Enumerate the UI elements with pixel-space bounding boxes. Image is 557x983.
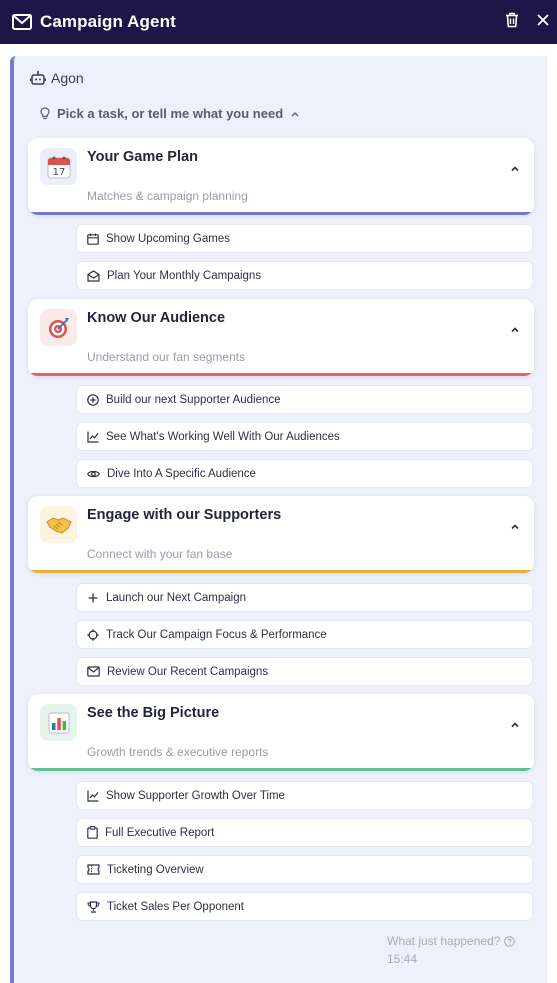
app-title: Campaign Agent bbox=[40, 12, 176, 31]
svg-text:17: 17 bbox=[52, 167, 65, 178]
plus-icon bbox=[88, 593, 98, 602]
section-card-big-picture[interactable]: See the Big Picture Growth trends & exec… bbox=[28, 694, 534, 771]
app-header: Campaign Agent bbox=[0, 0, 557, 44]
section-subtitle: Connect with your fan base bbox=[87, 547, 233, 561]
plus-circle-icon bbox=[87, 393, 99, 406]
mail-open-icon bbox=[87, 269, 100, 282]
section-accent-bar bbox=[28, 373, 534, 376]
task-picker-label: Pick a task, or tell me what you need bbox=[57, 106, 284, 121]
section-card-game-plan[interactable]: 17 Your Game Plan Matches & campaign pla… bbox=[28, 138, 534, 215]
task-label: Review Our Recent Campaigns bbox=[107, 665, 269, 678]
chevron-up-icon bbox=[511, 524, 519, 530]
task-label: Plan Your Monthly Campaigns bbox=[107, 269, 262, 282]
section-accent-bar bbox=[28, 768, 534, 771]
help-circle-icon bbox=[504, 935, 516, 947]
chevron-up-icon bbox=[511, 722, 519, 728]
task-picker-toggle[interactable]: Pick a task, or tell me what you need bbox=[40, 106, 299, 121]
task-track-campaign-focus[interactable]: Track Our Campaign Focus & Performance bbox=[76, 620, 533, 649]
handshake-icon bbox=[45, 516, 72, 534]
task-label: Launch our Next Campaign bbox=[106, 591, 246, 604]
bar-chart-emoji-icon bbox=[40, 704, 77, 741]
task-show-upcoming-games[interactable]: Show Upcoming Games bbox=[76, 224, 533, 253]
section-card-know-audience[interactable]: Know Our Audience Understand our fan seg… bbox=[28, 299, 534, 376]
section-title: Engage with our Supporters bbox=[87, 507, 282, 523]
section-title: Your Game Plan bbox=[87, 149, 198, 165]
ticket-icon bbox=[87, 864, 100, 875]
calendar-emoji-icon: 17 bbox=[40, 148, 77, 185]
section-accent-bar bbox=[28, 212, 534, 215]
trash-icon bbox=[506, 12, 518, 28]
section-accent-bar bbox=[28, 570, 534, 573]
eye-icon bbox=[87, 470, 100, 477]
agent-label: Agon bbox=[30, 70, 84, 86]
task-ticketing-overview[interactable]: Ticketing Overview bbox=[76, 855, 533, 884]
task-label: Ticket Sales Per Opponent bbox=[107, 900, 245, 913]
chevron-up-icon bbox=[511, 166, 519, 172]
section-subtitle: Matches & campaign planning bbox=[87, 189, 248, 203]
task-label: Show Upcoming Games bbox=[106, 232, 230, 245]
robot-icon bbox=[30, 70, 46, 85]
task-whats-working-audiences[interactable]: See What's Working Well With Our Audienc… bbox=[76, 422, 533, 451]
target-emoji-icon bbox=[40, 309, 77, 346]
task-dive-specific-audience[interactable]: Dive Into A Specific Audience bbox=[76, 459, 533, 488]
close-icon bbox=[537, 14, 549, 26]
chevron-up-icon bbox=[291, 111, 299, 116]
task-label: Full Executive Report bbox=[105, 826, 215, 839]
section-card-engage-supporters[interactable]: Engage with our Supporters Connect with … bbox=[28, 496, 534, 573]
task-build-supporter-audience[interactable]: Build our next Supporter Audience bbox=[76, 385, 533, 414]
task-label: Show Supporter Growth Over Time bbox=[106, 789, 285, 802]
task-launch-next-campaign[interactable]: Launch our Next Campaign bbox=[76, 583, 533, 612]
trophy-icon bbox=[87, 900, 100, 913]
delete-button[interactable] bbox=[502, 10, 522, 30]
mail-icon bbox=[87, 666, 100, 677]
close-button[interactable] bbox=[533, 10, 553, 30]
what-happened-label: What just happened? bbox=[387, 934, 501, 948]
lightbulb-icon bbox=[40, 107, 50, 120]
bar-chart-icon bbox=[48, 712, 69, 733]
task-label: Dive Into A Specific Audience bbox=[107, 467, 256, 480]
clipboard-icon bbox=[87, 826, 98, 839]
message-timestamp: 15:44 bbox=[387, 952, 418, 966]
calendar-icon bbox=[87, 233, 99, 245]
crosshair-icon bbox=[87, 628, 99, 641]
chevron-up-icon bbox=[511, 327, 519, 333]
handshake-emoji-icon bbox=[40, 506, 77, 543]
task-label: Build our next Supporter Audience bbox=[106, 393, 281, 406]
mail-logo-icon bbox=[12, 14, 32, 30]
target-icon bbox=[48, 317, 69, 338]
agent-name: Agon bbox=[51, 70, 84, 86]
section-title: Know Our Audience bbox=[87, 310, 226, 326]
what-happened-link[interactable]: What just happened? bbox=[387, 934, 516, 948]
line-chart-icon bbox=[87, 431, 99, 443]
section-subtitle: Growth trends & executive reports bbox=[87, 745, 269, 759]
task-label: Track Our Campaign Focus & Performance bbox=[106, 628, 327, 641]
task-ticket-sales-opponent[interactable]: Ticket Sales Per Opponent bbox=[76, 892, 533, 921]
task-plan-monthly-campaigns[interactable]: Plan Your Monthly Campaigns bbox=[76, 261, 533, 290]
task-review-recent-campaigns[interactable]: Review Our Recent Campaigns bbox=[76, 657, 533, 686]
task-supporter-growth[interactable]: Show Supporter Growth Over Time bbox=[76, 781, 533, 810]
section-subtitle: Understand our fan segments bbox=[87, 350, 246, 364]
task-full-executive-report[interactable]: Full Executive Report bbox=[76, 818, 533, 847]
task-label: Ticketing Overview bbox=[107, 863, 204, 876]
chat-panel: Agon Pick a task, or tell me what you ne… bbox=[10, 56, 547, 983]
line-chart-icon bbox=[87, 790, 99, 802]
calendar-icon: 17 bbox=[47, 156, 70, 178]
section-title: See the Big Picture bbox=[87, 705, 220, 721]
task-label: See What's Working Well With Our Audienc… bbox=[106, 430, 340, 443]
